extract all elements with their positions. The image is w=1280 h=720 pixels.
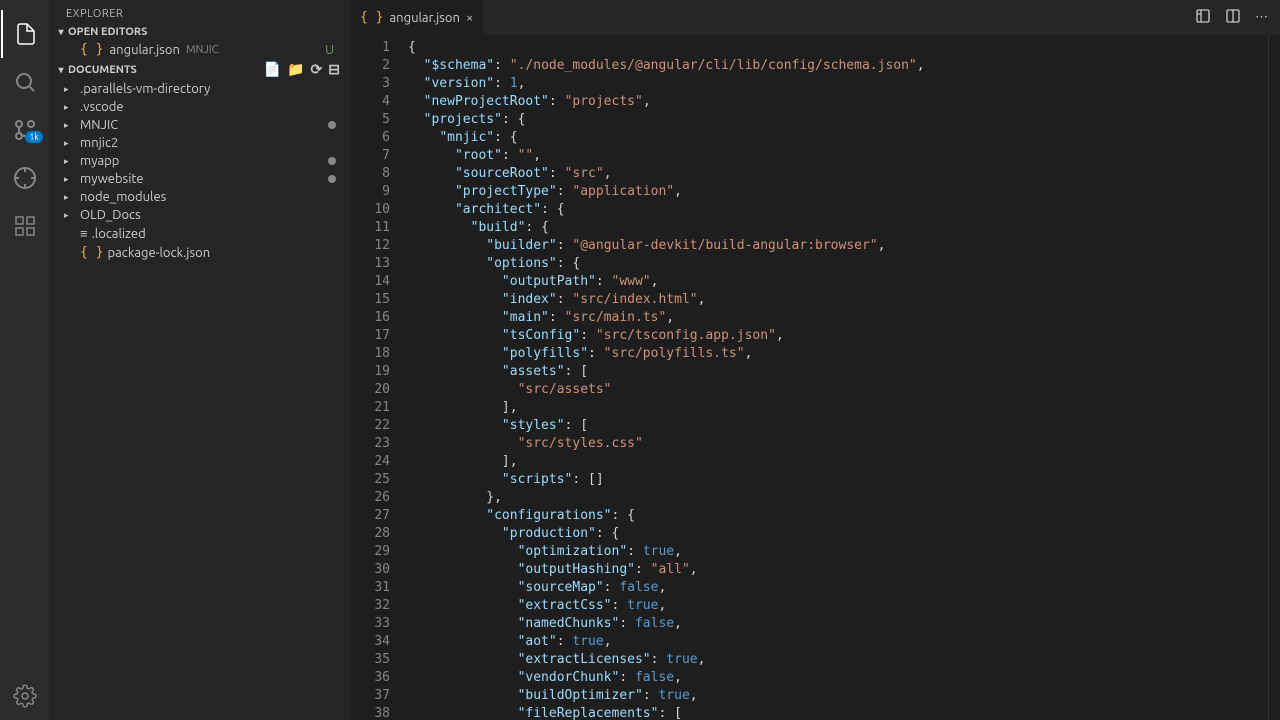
chevron-right-icon: ▸	[64, 192, 76, 203]
tree-item[interactable]: ▸ MNJIC	[50, 116, 350, 134]
scm-icon[interactable]: 1k	[1, 106, 49, 154]
open-changes-icon[interactable]	[1195, 8, 1211, 27]
line-number-gutter: 1234567891011121314151617181920212223242…	[350, 35, 408, 720]
extensions-icon[interactable]	[1, 202, 49, 250]
new-folder-icon[interactable]: 📁	[287, 61, 304, 78]
open-editor-item[interactable]: { } angular.json MNJIC U	[50, 40, 350, 59]
tree-item[interactable]: ▸ .parallels-vm-directory	[50, 80, 350, 98]
collapse-all-icon[interactable]: ⊟	[328, 61, 340, 78]
scrollbar[interactable]	[1268, 35, 1280, 720]
chevron-down-icon: ▾	[54, 64, 68, 76]
tree-item-label: MNJIC	[80, 118, 118, 132]
open-editors-header[interactable]: ▾ OPEN EDITORS	[50, 24, 350, 40]
chevron-right-icon: ▸	[64, 156, 76, 167]
tree-item[interactable]: ▸ mywebsite	[50, 170, 350, 188]
explorer-icon[interactable]	[1, 10, 49, 58]
code-content[interactable]: { "$schema": "./node_modules/@angular/cl…	[408, 35, 1268, 720]
json-file-icon: { }	[80, 245, 103, 260]
chevron-right-icon: ▸	[64, 138, 76, 149]
modified-dot-icon	[328, 175, 336, 183]
modified-dot-icon	[328, 157, 336, 165]
tree-item-label: .parallels-vm-directory	[80, 82, 210, 96]
tree-item-label: mywebsite	[80, 172, 144, 186]
tab-angular-json[interactable]: { } angular.json ×	[350, 0, 484, 35]
json-file-icon: { }	[360, 10, 383, 25]
scm-badge: 1k	[25, 131, 43, 143]
file-icon: ≡	[80, 226, 88, 241]
search-icon[interactable]	[1, 58, 49, 106]
code-editor[interactable]: 1234567891011121314151617181920212223242…	[350, 35, 1280, 720]
chevron-right-icon: ▸	[64, 84, 76, 95]
tree-item[interactable]: ▸ .vscode	[50, 98, 350, 116]
file-tree: ▸ .parallels-vm-directory ▸ .vscode ▸ MNJIC ▸ m…	[50, 80, 350, 262]
git-status-untracked: U	[325, 43, 342, 57]
tree-item[interactable]: ▸ node_modules	[50, 188, 350, 206]
tree-item[interactable]: { } package-lock.json	[50, 243, 350, 262]
split-editor-icon[interactable]	[1225, 8, 1241, 27]
explorer-sidebar: EXPLORER ▾ OPEN EDITORS { } angular.json…	[50, 0, 350, 720]
json-file-icon: { }	[80, 42, 103, 57]
settings-gear-icon[interactable]	[1, 672, 49, 720]
tree-item-label: node_modules	[80, 190, 166, 204]
tree-item[interactable]: ▸ mnjic2	[50, 134, 350, 152]
tree-item[interactable]: ▸ OLD_Docs	[50, 206, 350, 224]
tab-bar: { } angular.json × ⋯	[350, 0, 1280, 35]
tree-item-label: .localized	[92, 227, 146, 241]
refresh-icon[interactable]: ⟳	[311, 61, 323, 78]
tree-item-label: .vscode	[80, 100, 124, 114]
more-actions-icon[interactable]: ⋯	[1255, 10, 1268, 25]
chevron-right-icon: ▸	[64, 120, 76, 131]
editor-group: { } angular.json × ⋯ 1234567891011121314…	[350, 0, 1280, 720]
tree-item-label: myapp	[80, 154, 119, 168]
debug-icon[interactable]	[1, 154, 49, 202]
explorer-title: EXPLORER	[50, 0, 350, 24]
chevron-right-icon: ▸	[64, 174, 76, 185]
chevron-right-icon: ▸	[64, 102, 76, 113]
new-file-icon[interactable]: 📄	[264, 61, 281, 78]
chevron-right-icon: ▸	[64, 210, 76, 221]
workspace-header[interactable]: ▾ DOCUMENTS 📄 📁 ⟳ ⊟	[50, 59, 350, 80]
close-icon[interactable]: ×	[466, 11, 473, 25]
chevron-down-icon: ▾	[54, 26, 68, 38]
tree-item[interactable]: ▸ myapp	[50, 152, 350, 170]
modified-dot-icon	[328, 121, 336, 129]
tree-item-label: OLD_Docs	[80, 208, 141, 222]
activity-bar: 1k	[0, 0, 50, 720]
tree-item-label: package-lock.json	[107, 246, 210, 260]
tree-item-label: mnjic2	[80, 136, 118, 150]
tree-item[interactable]: ≡ .localized	[50, 224, 350, 243]
